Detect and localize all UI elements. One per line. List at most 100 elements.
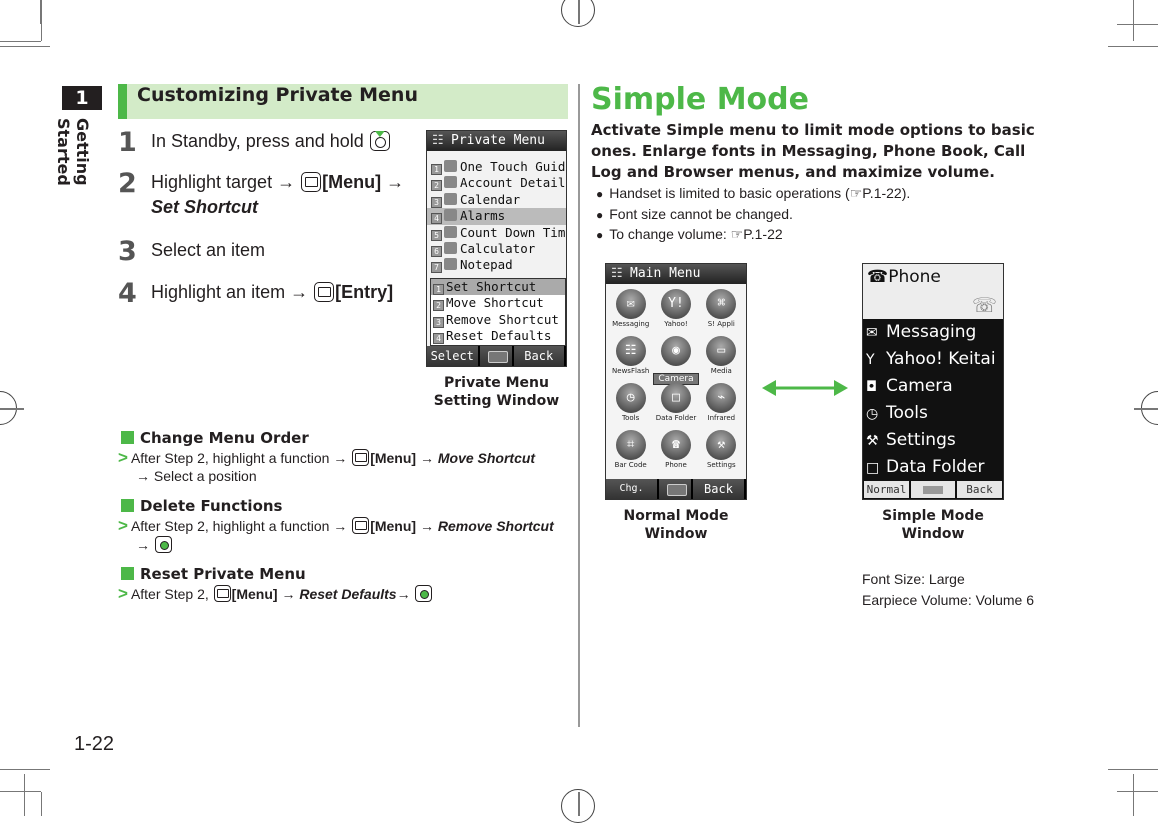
- action: Move Shortcut: [437, 450, 536, 466]
- text: ).: [901, 185, 911, 201]
- main-menu-item[interactable]: ⌘ S! Appli: [699, 286, 744, 331]
- text: To change volume:: [609, 226, 731, 242]
- settings-icon: ⚒: [866, 433, 879, 449]
- main-menu-item[interactable]: ▭ Media: [699, 333, 744, 378]
- key-label: [Entry]: [335, 282, 394, 302]
- main-menu-item[interactable]: ⌗ Bar Code: [608, 427, 653, 472]
- menu-item[interactable]: 7 Notepad: [427, 257, 566, 274]
- mail-key-icon: [314, 282, 335, 302]
- step-text: Highlight target →: [151, 172, 296, 192]
- infrared-icon: ⌁: [706, 383, 737, 413]
- menu-item[interactable]: 6 Calculator: [427, 241, 566, 257]
- main-menu-item[interactable]: ✉ Messaging: [608, 286, 653, 331]
- simple-mode-title: Simple Mode: [591, 82, 809, 117]
- crop-mark: [40, 0, 41, 24]
- menu-item[interactable]: 5 Count Down Timer: [427, 225, 566, 241]
- item-label: Account Details: [460, 175, 566, 191]
- mail-key-icon: [213, 585, 231, 602]
- text: Handset is limited to basic operations (: [609, 185, 850, 201]
- arrow: →: [386, 172, 405, 192]
- softkey-back[interactable]: Back: [693, 479, 746, 499]
- mail-key-icon: [352, 517, 370, 534]
- center-key-icon: [154, 536, 172, 553]
- arrow: →: [281, 586, 296, 602]
- page-number: 1-22: [74, 733, 115, 755]
- menu-item[interactable]: 2 Account Details: [427, 175, 566, 192]
- s-appli-icon: ⌘: [706, 289, 737, 319]
- arrow: →: [419, 450, 434, 466]
- section-title: Customizing Private Menu: [118, 84, 568, 119]
- simple-menu-item[interactable]: ✉ Messaging: [863, 319, 1003, 346]
- item-label: Yahoo! Keitai: [886, 349, 996, 369]
- crop-mark: [1117, 791, 1158, 792]
- note-earpiece-volume: Earpiece Volume: Volume 6: [862, 592, 1034, 608]
- item-label: Move Shortcut: [446, 295, 544, 311]
- main-menu-item[interactable]: □ Data Folder: [653, 380, 698, 425]
- main-menu-item[interactable]: ⚒ Settings: [699, 427, 744, 472]
- messaging-icon: ✉: [615, 289, 646, 319]
- phone-graphic-icon: ☏: [971, 293, 997, 317]
- submenu-item[interactable]: 3 Remove Shortcut: [431, 312, 565, 328]
- simple-menu-item[interactable]: ◷ Tools: [863, 400, 1003, 427]
- softkey-back[interactable]: Back: [957, 481, 1002, 498]
- softkey-center[interactable]: [659, 479, 693, 499]
- arrow: →: [419, 518, 434, 534]
- item-label: Settings: [706, 461, 736, 469]
- normal-mode-screen: Main Menu ✉MessagingY!Yahoo!⌘S! Appli☷Ne…: [605, 263, 747, 514]
- item-label: Bar Code: [614, 461, 647, 469]
- submenu-item[interactable]: 2 Move Shortcut: [431, 295, 565, 312]
- page-ref-link[interactable]: P.1-22: [743, 226, 782, 242]
- text: After Step 2, highlight a function →: [130, 518, 348, 534]
- step-number: 4: [118, 278, 137, 309]
- item-icon: [444, 241, 457, 254]
- menu-item[interactable]: 3 Calendar: [427, 192, 566, 208]
- softkey-center[interactable]: [479, 346, 514, 366]
- camera-icon: ◉: [660, 336, 691, 366]
- simple-menu-item[interactable]: Y Yahoo! Keitai: [863, 346, 1003, 373]
- main-menu-grid: ✉ Messaging Y! Yahoo! ⌘ S! Appli ☷ NewsFlash ◉ Ca…: [608, 286, 744, 472]
- item-label: Infrared: [707, 414, 736, 422]
- mail-key-icon: [352, 449, 370, 466]
- note-font-size: Font Size: Large: [862, 571, 965, 587]
- bullet-item: Font size cannot be changed.: [596, 206, 793, 222]
- main-menu-item[interactable]: ⌁ Infrared: [699, 380, 744, 425]
- arrow: →: [136, 537, 150, 553]
- crop-mark: [1133, 774, 1134, 816]
- simple-menu-item[interactable]: ⚒ Settings: [863, 427, 1003, 454]
- main-menu-item[interactable]: ◉ Camera: [653, 333, 699, 385]
- action: Remove Shortcut: [437, 518, 554, 534]
- menu-item[interactable]: 1 One Touch Guide: [427, 159, 566, 175]
- main-menu-item[interactable]: ☷ NewsFlash: [608, 333, 653, 378]
- item-label: Notepad: [460, 257, 513, 273]
- simple-menu-item[interactable]: ◘ Camera: [863, 373, 1003, 400]
- step-action: Set Shortcut: [151, 197, 259, 217]
- main-menu-item[interactable]: Y! Yahoo!: [653, 286, 698, 331]
- step-number: 3: [118, 236, 137, 267]
- main-menu-item[interactable]: ☎ Phone: [653, 427, 698, 472]
- camera-icon: ◘: [866, 379, 878, 395]
- softkey-select[interactable]: Select: [427, 346, 480, 366]
- simple-menu-item[interactable]: □ Data Folder: [863, 454, 1003, 481]
- mail-key-icon: [301, 172, 322, 192]
- item-icon: [444, 209, 457, 222]
- bar-code-icon: ⌗: [615, 430, 646, 460]
- key-label: [Menu]: [370, 450, 417, 466]
- page-ref-link[interactable]: P.1-22: [862, 185, 901, 201]
- softkey-back[interactable]: Back: [513, 346, 566, 366]
- key-label: [Menu]: [370, 518, 417, 534]
- submenu-item[interactable]: 1 Set Shortcut: [431, 279, 565, 296]
- softkey-center[interactable]: [911, 481, 955, 498]
- menu-item[interactable]: 4 Alarms: [427, 208, 566, 225]
- subsection-title: Change Menu Order: [121, 429, 309, 447]
- item-label: Media: [710, 367, 732, 375]
- page-ref-icon: ☞: [849, 185, 863, 201]
- softkey-bar: Normal Back: [863, 480, 1003, 499]
- tools-icon: ◷: [615, 383, 646, 413]
- softkey-normal[interactable]: Normal: [864, 481, 909, 498]
- main-menu-item[interactable]: ◷ Tools: [608, 380, 653, 425]
- submenu-item[interactable]: 4 Reset Defaults: [431, 328, 565, 345]
- item-label: Reset Defaults: [446, 328, 552, 344]
- softkey-chg-menu[interactable]: Chg. Menu: [606, 479, 659, 514]
- phone-header[interactable]: ☎Phone ☏: [863, 264, 1003, 319]
- screen-caption: Private Menu Setting Window: [433, 375, 560, 409]
